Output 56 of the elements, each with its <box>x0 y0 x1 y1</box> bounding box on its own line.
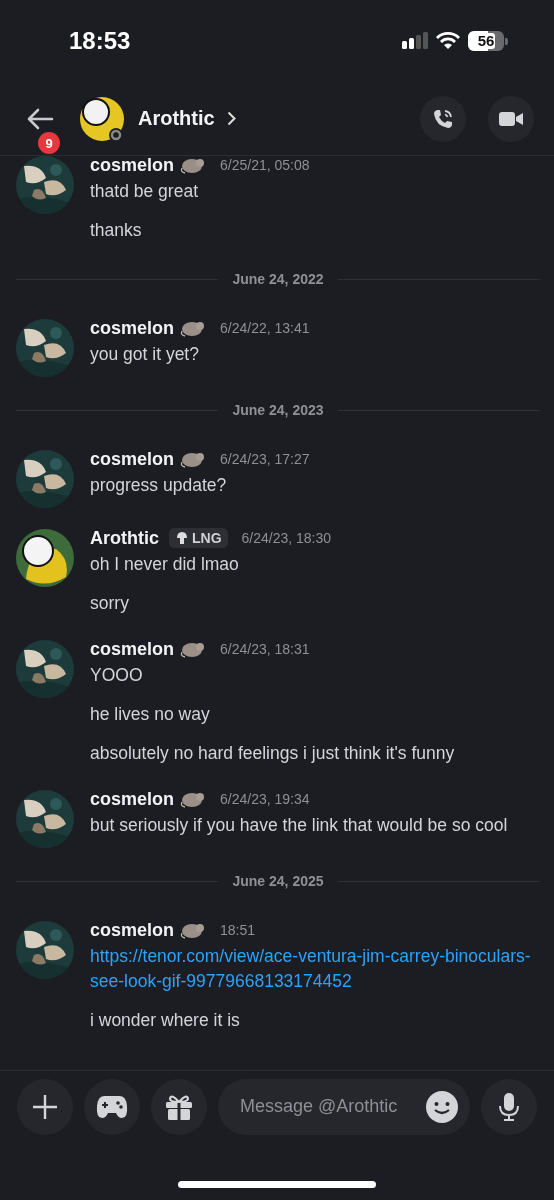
timestamp: 18:51 <box>220 922 256 938</box>
message-text: progress update? <box>90 474 228 497</box>
rat-icon <box>180 640 207 658</box>
author-name[interactable]: cosmelon <box>90 156 175 176</box>
author-name[interactable]: cosmelon <box>90 317 175 339</box>
message-text: i wonder where it is <box>90 1009 241 1032</box>
contact-name[interactable]: Arothtic <box>138 107 215 130</box>
tag-label: LNG <box>192 530 222 546</box>
author-name[interactable]: Arothtic <box>90 527 159 549</box>
rat-icon <box>180 450 207 468</box>
avatar-drawing <box>78 94 126 143</box>
video-camera-icon <box>499 109 523 128</box>
video-call-button[interactable] <box>488 95 534 142</box>
author-name[interactable]: cosmelon <box>90 788 175 810</box>
message-link[interactable]: https://tenor.com/view/ace-ventura-jim-carrey-binoculars-see-look-gif-99779668133174452 <box>90 944 540 994</box>
rat-icon <box>180 319 207 337</box>
call-button[interactable] <box>420 95 466 142</box>
author-name[interactable]: cosmelon <box>90 638 175 660</box>
signal-icon <box>402 32 428 50</box>
date-divider: June 24, 2022 <box>232 271 324 287</box>
message-text: absolutely no hard feelings i just think it's funny <box>90 742 456 765</box>
chevron-right-icon <box>226 111 236 126</box>
message-text: he lives no way <box>90 703 211 726</box>
message-text: you got it yet? <box>90 343 200 366</box>
microphone-icon <box>497 1091 521 1122</box>
status-time: 18:53 <box>69 27 131 55</box>
notification-badge: 9 <box>38 132 60 154</box>
rat-icon <box>180 790 207 808</box>
timestamp: 6/24/23, 19:34 <box>220 791 310 807</box>
date-divider: June 24, 2023 <box>232 402 324 418</box>
timestamp: 6/24/23, 18:31 <box>220 641 310 657</box>
author-name[interactable]: cosmelon <box>90 919 175 941</box>
phone-icon <box>432 107 454 130</box>
rat-icon <box>180 921 207 939</box>
author-name[interactable]: cosmelon <box>90 448 175 470</box>
message-input[interactable]: Message @Arothtic <box>238 1095 420 1118</box>
gamepad-icon <box>96 1093 128 1120</box>
message-text: oh I never did lmao <box>90 553 240 576</box>
avatar-drawing <box>16 529 74 587</box>
message-text: sorry <box>90 592 130 615</box>
message-text: thanks <box>90 219 143 242</box>
timestamp: 6/24/23, 18:30 <box>241 530 332 546</box>
battery-indicator: 56 <box>468 31 504 51</box>
timestamp: 6/25/21, 05:08 <box>220 157 310 173</box>
emoji-icon[interactable] <box>426 1090 458 1123</box>
timestamp: 6/24/23, 17:27 <box>220 451 310 467</box>
message-field[interactable]: Message @Arothtic <box>218 1078 470 1135</box>
rat-icon <box>180 156 207 174</box>
wifi-icon <box>436 32 460 50</box>
message-text: YOOO <box>90 664 144 687</box>
plus-icon <box>32 1093 58 1120</box>
message-text: but seriously if you have the link that would be so cool <box>90 814 509 837</box>
date-divider: June 24, 2025 <box>232 873 324 889</box>
mushroom-icon <box>175 531 189 545</box>
timestamp: 6/24/22, 13:41 <box>220 320 310 336</box>
message-text: thatd be great <box>90 180 199 203</box>
